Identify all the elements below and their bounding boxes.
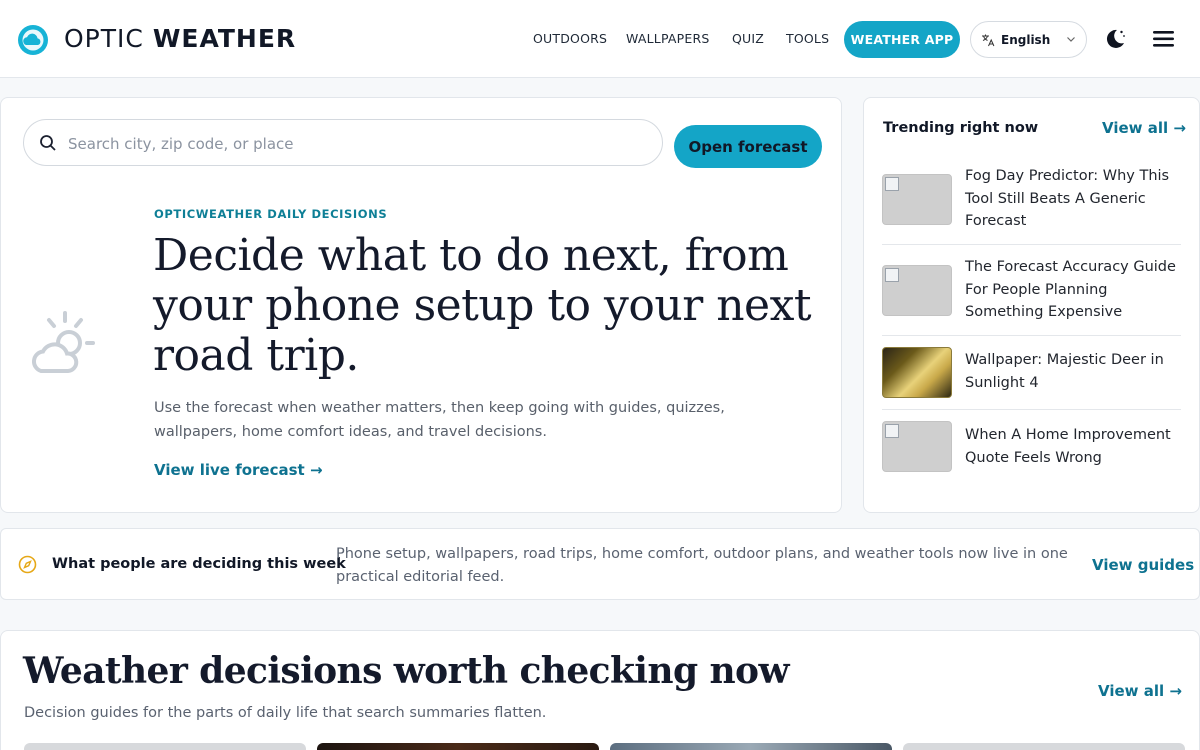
trending-item-title: When A Home Improvement Quote Feels Wron… [965, 427, 1171, 466]
nav-wallpapers[interactable]: WALLPAPERS [626, 31, 710, 46]
open-forecast-button[interactable]: Open forecast [674, 125, 822, 168]
view-live-forecast-label: View live forecast [154, 461, 305, 479]
chevron-down-icon [1067, 37, 1075, 42]
guide-card-image[interactable] [317, 743, 599, 750]
trending-item[interactable]: Fog Day Predictor: Why This Tool Still B… [882, 168, 1181, 234]
language-select[interactable]: English [970, 21, 1087, 58]
divider [882, 335, 1181, 336]
search-input[interactable]: Search city, zip code, or place [23, 119, 663, 166]
hero-kicker: OPTICWEATHER DAILY DECISIONS [154, 207, 388, 221]
trending-item-title: Fog Day Predictor: Why This Tool Still B… [965, 168, 1170, 229]
arrow-right-icon: → [1173, 119, 1186, 137]
guide-card-image[interactable] [610, 743, 892, 750]
section-title: Weather decisions worth checking now [23, 650, 789, 692]
nav-quiz[interactable]: QUIZ [732, 31, 764, 46]
trending-item-title: The Forecast Accuracy Guide For People P… [965, 259, 1176, 320]
divider [882, 409, 1181, 410]
view-guides-link[interactable]: View guides [1092, 556, 1194, 574]
hero-headline: Decide what to do next, from your phone … [153, 230, 812, 381]
translate-icon [982, 34, 995, 47]
broken-image-icon [882, 421, 952, 472]
trending-item[interactable]: When A Home Improvement Quote Feels Wron… [882, 421, 1181, 473]
trending-item[interactable]: The Forecast Accuracy Guide For People P… [882, 259, 1181, 325]
strip-label: What people are deciding this week [52, 556, 346, 572]
broken-image-icon [882, 174, 952, 225]
broken-image-icon [882, 265, 952, 316]
divider [882, 244, 1181, 245]
partly-sunny-icon [31, 311, 95, 373]
hero-subtext: Use the forecast when weather matters, t… [154, 400, 725, 440]
search-icon [40, 135, 56, 151]
view-live-forecast-link[interactable]: View live forecast → [154, 461, 323, 479]
nav-outdoors[interactable]: OUTDOORS [533, 31, 607, 46]
compass-icon [18, 555, 37, 574]
deciding-strip: What people are deciding this week Phone… [0, 528, 1200, 600]
site-header: OPTIC WEATHER OUTDOORS WALLPAPERS QUIZ T… [0, 0, 1200, 78]
moon-icon[interactable] [1104, 28, 1126, 50]
brand-light: OPTIC [64, 24, 153, 53]
hero-card: Search city, zip code, or place Open for… [0, 97, 842, 513]
trending-card: Trending right now View all → Fog Day Pr… [863, 97, 1200, 513]
nav-tools[interactable]: TOOLS [786, 31, 829, 46]
section-view-all-label: View all [1098, 682, 1165, 700]
brand-bold: WEATHER [152, 24, 297, 53]
trending-item[interactable]: Wallpaper: Majestic Deer in Sunlight 4 [882, 347, 1181, 399]
deer-image [882, 347, 952, 398]
arrow-right-icon: → [309, 461, 323, 479]
brand-wordmark[interactable]: OPTIC WEATHER [64, 24, 296, 53]
guide-card-image[interactable] [903, 743, 1185, 750]
trending-title: Trending right now [883, 120, 1039, 136]
arrow-right-icon: → [1169, 682, 1182, 700]
trending-item-title: Wallpaper: Majestic Deer in Sunlight 4 [965, 352, 1164, 391]
language-label: English [1001, 33, 1051, 47]
menu-icon[interactable] [1153, 31, 1174, 47]
section-view-all-link[interactable]: View all → [1098, 682, 1182, 700]
trending-view-all-label: View all [1102, 119, 1169, 137]
logo-cloud-icon[interactable] [17, 24, 49, 56]
strip-description: Phone setup, wallpapers, road trips, hom… [336, 546, 1068, 585]
weather-app-button[interactable]: WEATHER APP [844, 21, 960, 58]
decisions-section: Weather decisions worth checking now Dec… [0, 630, 1200, 750]
section-subtitle: Decision guides for the parts of daily l… [24, 705, 547, 721]
search-placeholder: Search city, zip code, or place [68, 135, 294, 153]
guide-card-image[interactable] [24, 743, 306, 750]
trending-view-all-link[interactable]: View all → [1102, 119, 1186, 137]
